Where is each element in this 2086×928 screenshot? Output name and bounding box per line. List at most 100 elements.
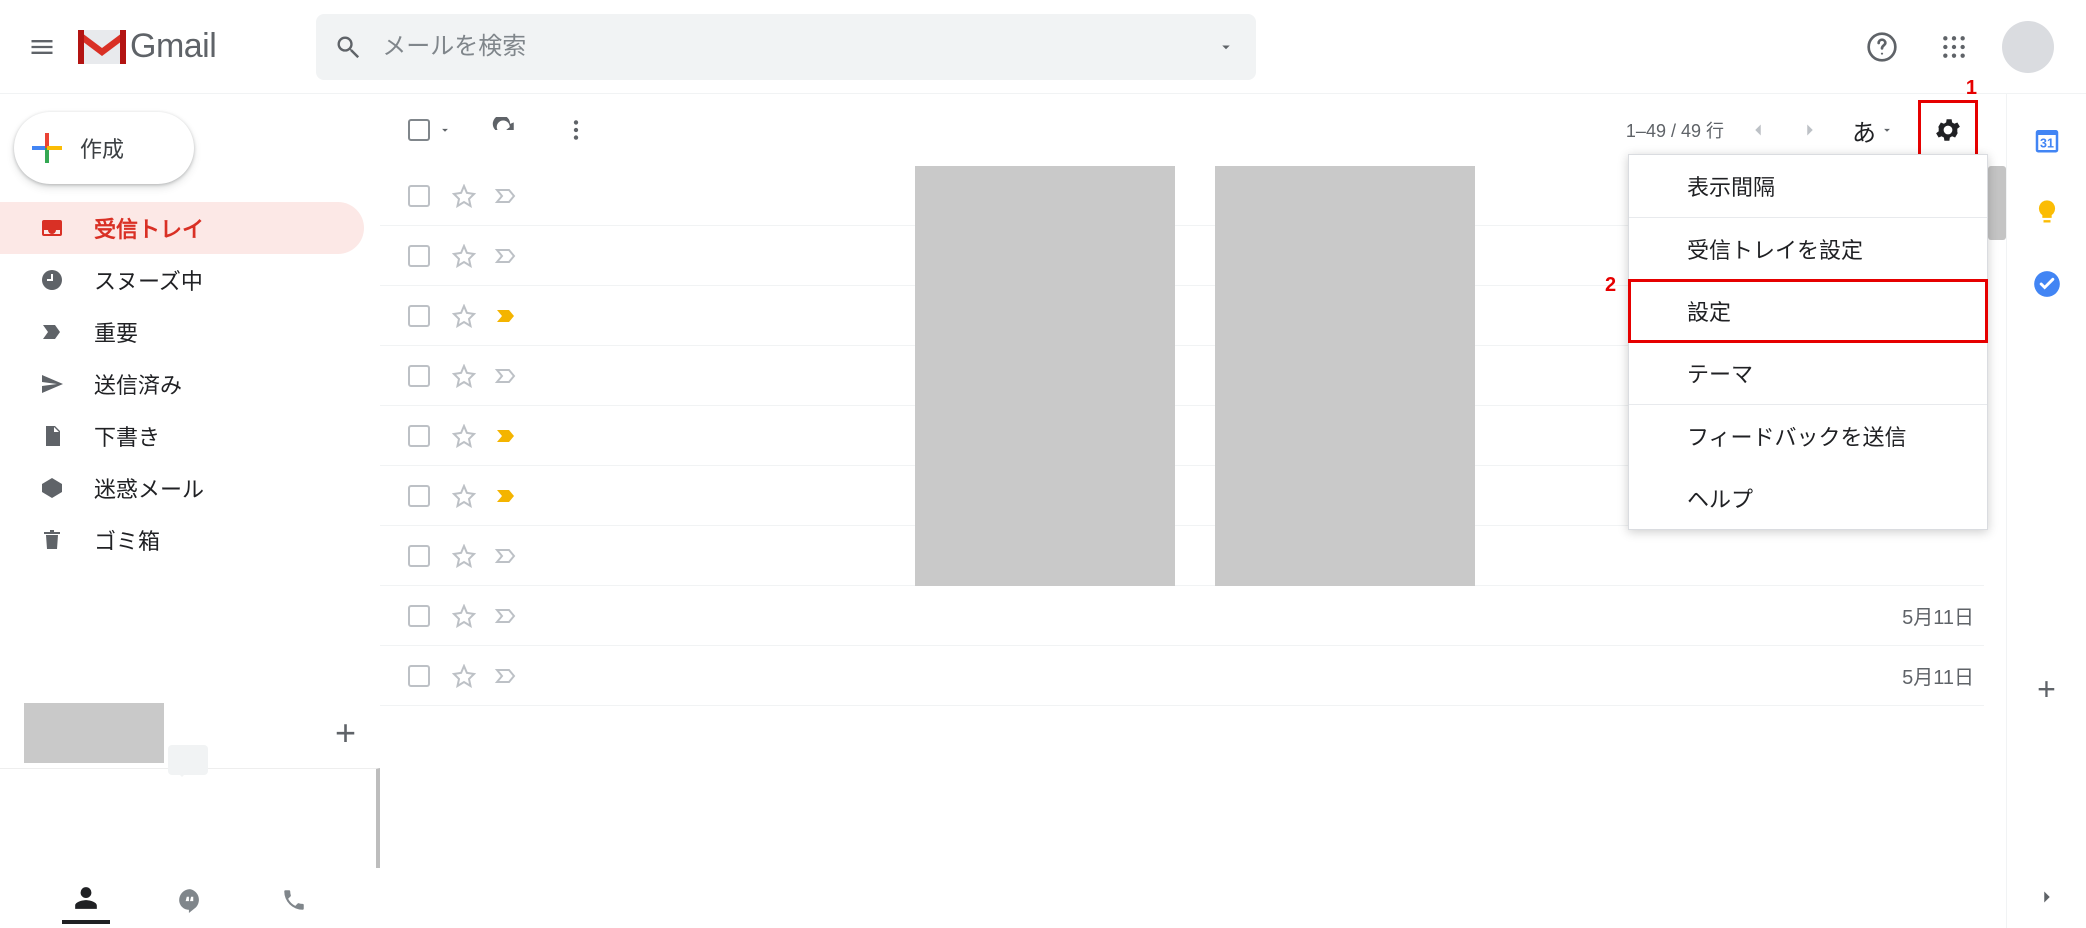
sidebar-item-label: ゴミ箱 bbox=[94, 524, 160, 556]
sidebar-item-label: 下書き bbox=[94, 420, 160, 452]
scrollbar[interactable] bbox=[1988, 166, 2006, 240]
search-box[interactable] bbox=[316, 14, 1256, 80]
star-button[interactable] bbox=[452, 664, 476, 688]
importance-button[interactable] bbox=[494, 484, 518, 508]
google-apps-button[interactable] bbox=[1930, 23, 1978, 71]
hangouts-chat-tab[interactable] bbox=[166, 876, 214, 924]
gmail-logo[interactable]: Gmail bbox=[74, 26, 216, 68]
hangouts-icon bbox=[177, 887, 203, 913]
sidebar-item-trash[interactable]: ゴミ箱 bbox=[0, 514, 364, 566]
settings-menu-item[interactable]: テーマ bbox=[1629, 342, 1987, 404]
trash-icon bbox=[38, 528, 66, 552]
settings-menu-item[interactable]: ヘルプ bbox=[1629, 467, 1987, 529]
importance-button[interactable] bbox=[494, 304, 518, 328]
chevron-right-icon bbox=[1799, 119, 1821, 141]
importance-button[interactable] bbox=[494, 544, 518, 568]
main-layout: 作成 受信トレイスヌーズ中重要送信済み下書き迷惑メールゴミ箱 + bbox=[0, 94, 2086, 928]
hangouts-user-block[interactable] bbox=[24, 703, 164, 763]
account-avatar[interactable] bbox=[2002, 21, 2054, 73]
dropdown-icon bbox=[438, 123, 452, 137]
star-button[interactable] bbox=[452, 604, 476, 628]
refresh-button[interactable] bbox=[484, 110, 524, 150]
thread-checkbox[interactable] bbox=[408, 185, 430, 207]
collapse-sidepanel-button[interactable] bbox=[2036, 886, 2058, 908]
product-name: Gmail bbox=[130, 27, 216, 66]
sidebar-item-clock[interactable]: スヌーズ中 bbox=[0, 254, 364, 306]
thread-row[interactable]: 5月11日 bbox=[380, 646, 1984, 706]
gmail-m-icon bbox=[74, 26, 130, 68]
sidebar-item-inbox[interactable]: 受信トレイ bbox=[0, 202, 364, 254]
input-tools-button[interactable]: あ bbox=[1852, 113, 1894, 148]
star-button[interactable] bbox=[452, 484, 476, 508]
folder-nav: 受信トレイスヌーズ中重要送信済み下書き迷惑メールゴミ箱 bbox=[0, 202, 380, 566]
hangouts-new-button[interactable]: + bbox=[335, 712, 356, 754]
sidebar-item-send[interactable]: 送信済み bbox=[0, 358, 364, 410]
hangouts-panel: + bbox=[0, 698, 380, 928]
sidebar-item-label: スヌーズ中 bbox=[94, 264, 203, 296]
support-button[interactable] bbox=[1858, 23, 1906, 71]
menu-icon bbox=[28, 33, 56, 61]
star-button[interactable] bbox=[452, 244, 476, 268]
settings-button[interactable]: 1 bbox=[1918, 100, 1978, 160]
next-page-button[interactable] bbox=[1792, 112, 1828, 148]
header-actions bbox=[1858, 21, 2062, 73]
compose-button[interactable]: 作成 bbox=[14, 112, 194, 184]
draft-icon bbox=[38, 424, 66, 448]
settings-menu-item[interactable]: 受信トレイを設定 bbox=[1629, 218, 1987, 280]
sidebar-item-label: 送信済み bbox=[94, 368, 182, 400]
get-addons-button[interactable]: + bbox=[2037, 671, 2056, 708]
settings-menu-item[interactable]: 表示間隔 bbox=[1629, 155, 1987, 217]
sidebar-item-spam[interactable]: 迷惑メール bbox=[0, 462, 364, 514]
search-options-button[interactable] bbox=[1210, 38, 1242, 56]
thread-checkbox[interactable] bbox=[408, 545, 430, 567]
calendar-addon-button[interactable]: 31 bbox=[2031, 124, 2063, 156]
search-icon-button[interactable] bbox=[330, 29, 366, 65]
left-sidebar: 作成 受信トレイスヌーズ中重要送信済み下書き迷惑メールゴミ箱 + bbox=[0, 94, 380, 928]
star-button[interactable] bbox=[452, 424, 476, 448]
search-container bbox=[316, 14, 1256, 80]
checkbox-icon bbox=[408, 119, 430, 141]
plus-icon bbox=[32, 133, 62, 163]
sidebar-item-label: 重要 bbox=[94, 316, 138, 348]
importance-button[interactable] bbox=[494, 244, 518, 268]
search-icon bbox=[334, 33, 362, 61]
hangouts-contacts-tab[interactable] bbox=[62, 876, 110, 924]
more-icon bbox=[563, 117, 589, 143]
hangouts-phone-tab[interactable] bbox=[270, 876, 318, 924]
thread-checkbox[interactable] bbox=[408, 365, 430, 387]
chevron-left-icon bbox=[1747, 119, 1769, 141]
search-input[interactable] bbox=[382, 33, 1210, 61]
settings-menu-item[interactable]: 設定2 bbox=[1629, 280, 1987, 342]
hangouts-conversations[interactable] bbox=[0, 768, 380, 868]
settings-menu-item[interactable]: フィードバックを送信 bbox=[1629, 405, 1987, 467]
sidebar-item-important[interactable]: 重要 bbox=[0, 306, 364, 358]
star-button[interactable] bbox=[452, 304, 476, 328]
thread-row[interactable] bbox=[380, 526, 1984, 586]
importance-button[interactable] bbox=[494, 664, 518, 688]
more-actions-button[interactable] bbox=[556, 110, 596, 150]
select-all-checkbox[interactable] bbox=[408, 119, 452, 141]
star-button[interactable] bbox=[452, 544, 476, 568]
content-area: 1–49 / 49 行 あ 1 bbox=[380, 94, 2086, 928]
importance-button[interactable] bbox=[494, 184, 518, 208]
sidebar-item-draft[interactable]: 下書き bbox=[0, 410, 364, 462]
importance-button[interactable] bbox=[494, 424, 518, 448]
thread-row[interactable]: 5月11日 bbox=[380, 586, 1984, 646]
keep-addon-button[interactable] bbox=[2031, 196, 2063, 228]
mail-pane: 1–49 / 49 行 あ 1 bbox=[380, 94, 2006, 928]
thread-checkbox[interactable] bbox=[408, 245, 430, 267]
tasks-addon-button[interactable] bbox=[2031, 268, 2063, 300]
importance-button[interactable] bbox=[494, 364, 518, 388]
star-button[interactable] bbox=[452, 184, 476, 208]
thread-checkbox[interactable] bbox=[408, 485, 430, 507]
importance-button[interactable] bbox=[494, 604, 518, 628]
chevron-right-icon bbox=[2036, 886, 2058, 908]
thread-checkbox[interactable] bbox=[408, 425, 430, 447]
thread-checkbox[interactable] bbox=[408, 305, 430, 327]
main-menu-button[interactable] bbox=[18, 23, 66, 71]
prev-page-button[interactable] bbox=[1740, 112, 1776, 148]
thread-checkbox[interactable] bbox=[408, 665, 430, 687]
star-button[interactable] bbox=[452, 364, 476, 388]
dropdown-icon bbox=[1880, 123, 1894, 137]
thread-checkbox[interactable] bbox=[408, 605, 430, 627]
